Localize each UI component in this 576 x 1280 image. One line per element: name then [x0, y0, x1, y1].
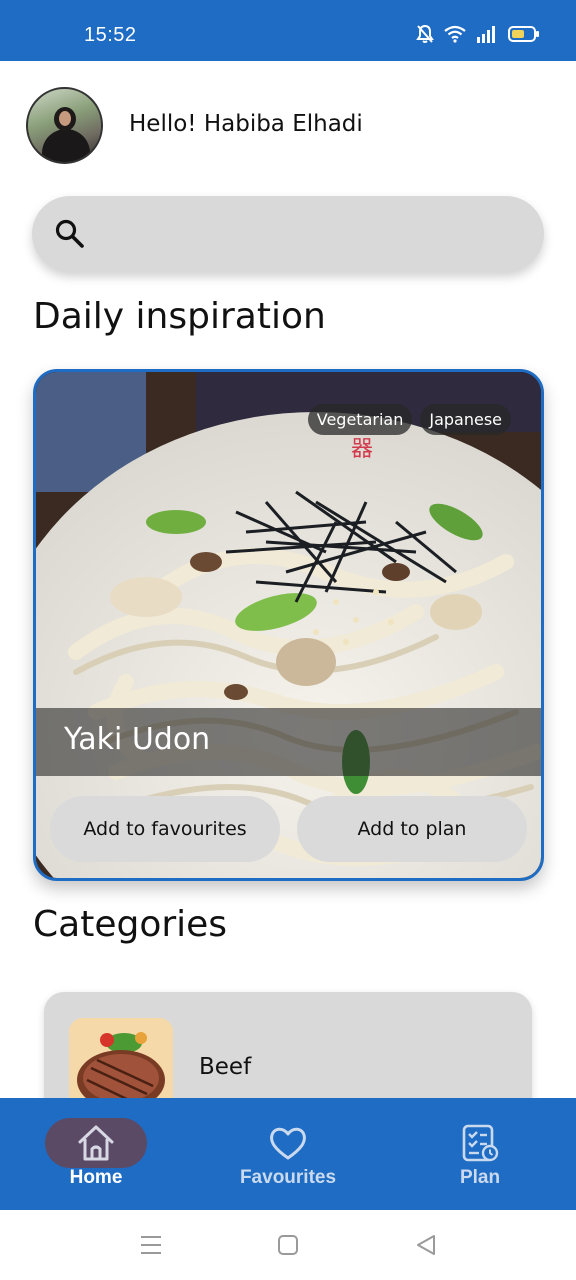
search-bar[interactable]	[32, 196, 544, 272]
back-icon[interactable]	[415, 1234, 437, 1256]
search-icon	[55, 219, 84, 248]
search-input[interactable]	[102, 214, 522, 254]
nav-plan-label: Plan	[459, 1167, 501, 1188]
greeting-text: Hello! Habiba Elhadi	[129, 111, 363, 137]
nav-favourites[interactable]: Favourites	[192, 1098, 384, 1210]
heart-icon	[270, 1127, 306, 1160]
svg-text:器: 器	[351, 437, 373, 462]
home-square-icon[interactable]	[277, 1234, 299, 1256]
home-icon	[78, 1125, 114, 1161]
categories-title: Categories	[33, 904, 228, 945]
add-to-plan-button[interactable]: Add to plan	[297, 796, 527, 862]
signal-icon	[477, 26, 495, 43]
meal-tags: Vegetarian Japanese	[307, 404, 511, 435]
battery-icon	[508, 26, 539, 42]
tag-japanese[interactable]: Japanese	[420, 404, 511, 435]
nav-home[interactable]: Home	[0, 1098, 192, 1210]
nav-home-label: Home	[69, 1167, 123, 1188]
meal-title-bar: Yaki Udon	[36, 708, 541, 776]
system-navigation-bar	[0, 1210, 576, 1280]
category-label: Beef	[199, 1054, 252, 1080]
avatar-face	[59, 111, 71, 126]
nav-favourites-label: Favourites	[239, 1167, 337, 1188]
daily-meal-card[interactable]: 器 Vegetarian Japanese Yaki Udon Add to f…	[33, 369, 544, 881]
daily-inspiration-title: Daily inspiration	[33, 296, 326, 337]
add-to-favourites-button[interactable]: Add to favourites	[50, 796, 280, 862]
status-time: 15:52	[84, 24, 137, 46]
wifi-icon	[444, 25, 466, 43]
menu-icon[interactable]	[140, 1234, 162, 1256]
bottom-navigation: Home Favourites Plan	[0, 1098, 576, 1210]
bell-off-icon	[416, 24, 434, 43]
nav-plan[interactable]: Plan	[384, 1098, 576, 1210]
status-bar: 15:52	[0, 0, 576, 61]
status-icons	[416, 24, 540, 44]
avatar[interactable]	[26, 87, 103, 164]
meal-name: Yaki Udon	[64, 722, 211, 757]
avatar-body	[42, 129, 90, 162]
checklist-icon	[462, 1124, 499, 1162]
tag-vegetarian[interactable]: Vegetarian	[307, 404, 413, 435]
